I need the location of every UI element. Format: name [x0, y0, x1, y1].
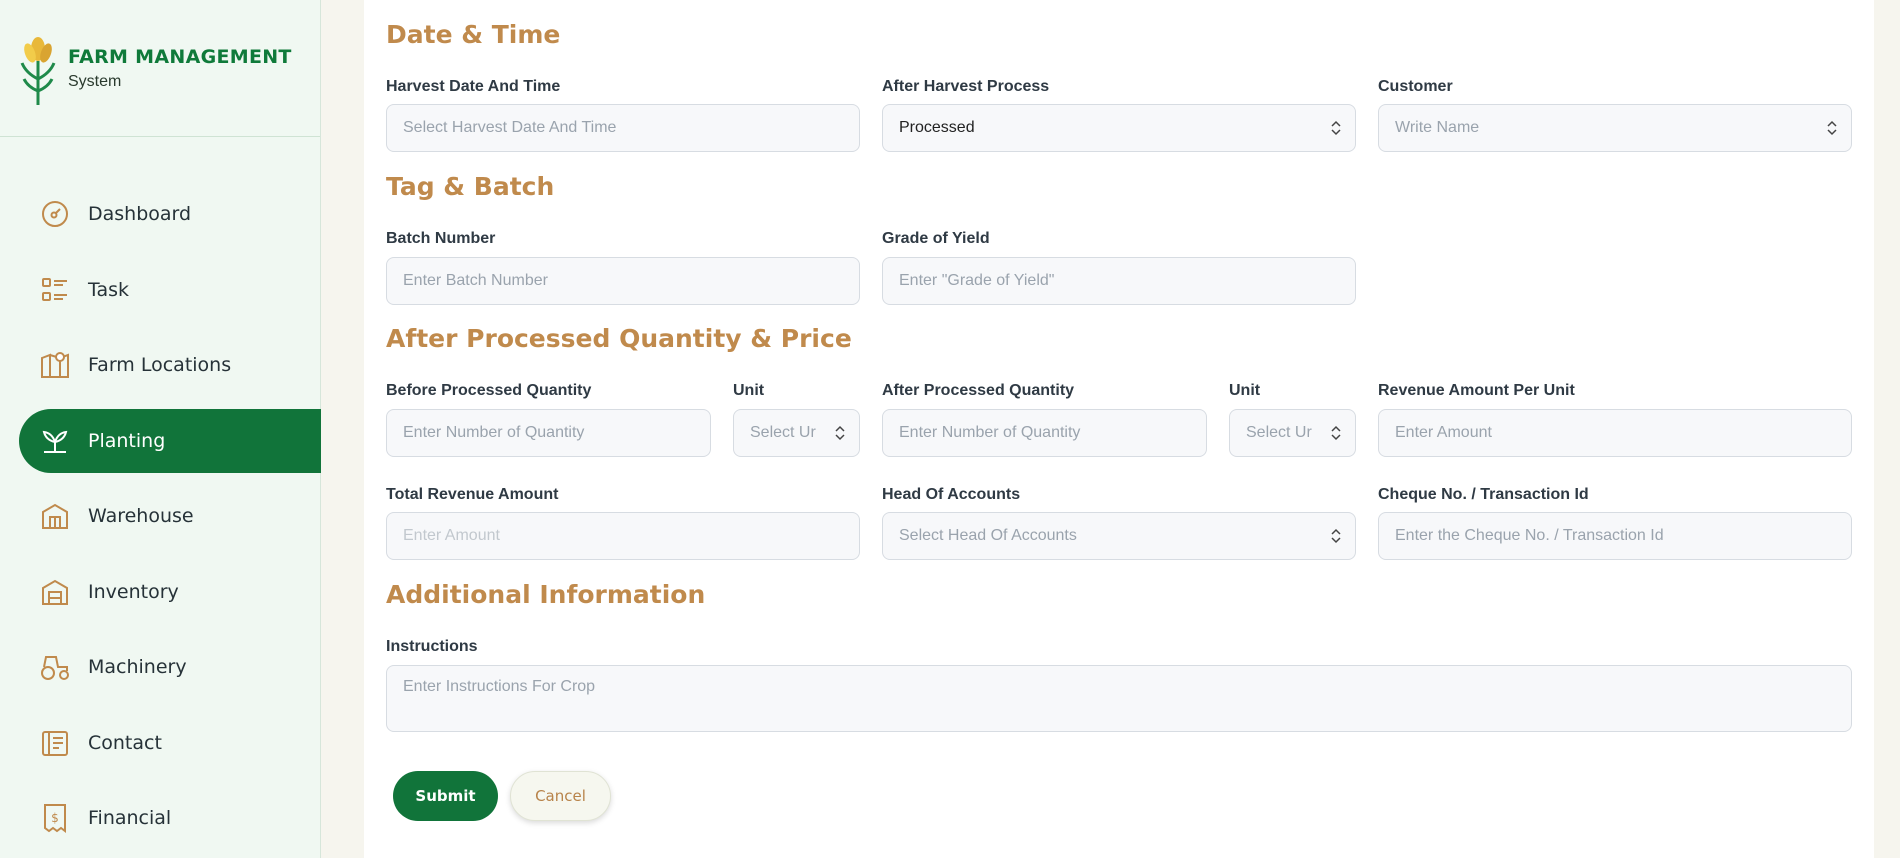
instructions-textarea[interactable]: Enter Instructions For Crop	[386, 665, 1852, 732]
before-qty-input[interactable]: Enter Number of Quantity	[386, 409, 711, 457]
sidebar-nav: Dashboard Task Farm Locations Planting W…	[0, 182, 321, 858]
customer-label: Customer	[1378, 78, 1453, 95]
chevron-updown-icon	[1827, 120, 1837, 136]
total-revenue-label: Total Revenue Amount	[386, 486, 559, 503]
harvest-date-label: Harvest Date And Time	[386, 78, 561, 95]
nav-item-farm-locations[interactable]: Farm Locations	[0, 333, 321, 397]
nav-item-machinery[interactable]: Machinery	[0, 635, 321, 699]
unit2-label: Unit	[1229, 382, 1261, 399]
batch-number-label: Batch Number	[386, 230, 496, 247]
nav-item-task[interactable]: Task	[0, 258, 321, 322]
nav-item-label: Contact	[88, 731, 162, 754]
section-title-tag-batch: Tag & Batch	[386, 172, 555, 201]
instructions-label: Instructions	[386, 638, 478, 655]
grade-of-yield-input[interactable]: Enter "Grade of Yield"	[882, 257, 1356, 305]
nav-item-inventory[interactable]: Inventory	[0, 560, 321, 624]
nav-item-label: Dashboard	[88, 203, 192, 225]
nav-item-label: Financial	[88, 807, 172, 829]
chevron-updown-icon	[1331, 425, 1341, 441]
app-subtitle: System	[68, 72, 122, 90]
chevron-updown-icon	[1331, 528, 1341, 544]
unit1-select[interactable]: Select Ur	[733, 409, 860, 457]
nav-item-label: Inventory	[88, 580, 179, 603]
nav-item-label: Farm Locations	[88, 354, 232, 376]
batch-number-input[interactable]: Enter Batch Number	[386, 257, 860, 305]
app-title: FARM MANAGEMENT	[68, 45, 292, 68]
contact-icon	[40, 728, 70, 758]
inventory-icon	[40, 577, 70, 607]
head-of-accounts-select[interactable]: Select Head Of Accounts	[882, 512, 1356, 560]
harvest-date-input[interactable]: Select Harvest Date And Time	[386, 104, 860, 152]
nav-item-label: Planting	[88, 429, 166, 452]
warehouse-icon	[40, 501, 70, 531]
after-harvest-process-select[interactable]: Processed	[882, 104, 1356, 152]
section-title-quantity-price: After Processed Quantity & Price	[386, 324, 852, 353]
sprout-icon	[40, 426, 70, 456]
tractor-icon	[40, 652, 70, 682]
chevron-updown-icon	[835, 425, 845, 441]
after-harvest-process-label: After Harvest Process	[882, 78, 1050, 95]
financial-icon: $	[40, 803, 70, 833]
cheque-label: Cheque No. / Transaction Id	[1378, 486, 1589, 503]
total-revenue-input[interactable]: Enter Amount	[386, 512, 860, 560]
unit2-placeholder: Select Ur	[1246, 424, 1312, 441]
svg-text:$: $	[51, 811, 59, 825]
customer-select[interactable]: Write Name	[1378, 104, 1852, 152]
after-qty-input[interactable]: Enter Number of Quantity	[882, 409, 1207, 457]
section-title-date-time: Date & Time	[386, 20, 561, 49]
unit1-placeholder: Select Ur	[750, 424, 816, 441]
nav-item-label: Machinery	[88, 656, 187, 678]
chevron-updown-icon	[1331, 120, 1341, 136]
nav-item-financial[interactable]: $ Financial	[0, 786, 321, 850]
revenue-per-unit-label: Revenue Amount Per Unit	[1378, 382, 1575, 399]
nav-item-warehouse[interactable]: Warehouse	[0, 484, 321, 548]
after-qty-label: After Processed Quantity	[882, 382, 1075, 399]
nav-item-dashboard[interactable]: Dashboard	[0, 182, 321, 246]
unit1-label: Unit	[733, 382, 765, 399]
dashboard-icon	[40, 199, 70, 229]
sidebar: FARM MANAGEMENT System Dashboard Task Fa…	[0, 0, 321, 858]
nav-item-contact[interactable]: Contact	[0, 711, 321, 775]
head-of-accounts-label: Head Of Accounts	[882, 486, 1021, 503]
customer-placeholder: Write Name	[1395, 119, 1480, 136]
wheat-logo-icon	[20, 37, 56, 105]
main-form: Date & Time Harvest Date And Time Select…	[364, 0, 1874, 858]
logo-area: FARM MANAGEMENT System	[0, 0, 320, 137]
after-harvest-process-value: Processed	[899, 119, 975, 136]
submit-button[interactable]: Submit	[393, 771, 498, 821]
map-pin-icon	[40, 350, 70, 380]
revenue-per-unit-input[interactable]: Enter Amount	[1378, 409, 1852, 457]
unit2-select[interactable]: Select Ur	[1229, 409, 1356, 457]
nav-item-label: Warehouse	[88, 505, 194, 527]
head-of-accounts-placeholder: Select Head Of Accounts	[899, 527, 1077, 544]
grade-of-yield-label: Grade of Yield	[882, 230, 990, 247]
before-qty-label: Before Processed Quantity	[386, 382, 592, 399]
nav-item-label: Task	[88, 278, 130, 301]
section-title-additional: Additional Information	[386, 580, 706, 609]
nav-item-planting[interactable]: Planting	[19, 408, 321, 473]
cheque-input[interactable]: Enter the Cheque No. / Transaction Id	[1378, 512, 1852, 560]
task-list-icon	[40, 275, 70, 305]
cancel-button[interactable]: Cancel	[510, 771, 611, 821]
